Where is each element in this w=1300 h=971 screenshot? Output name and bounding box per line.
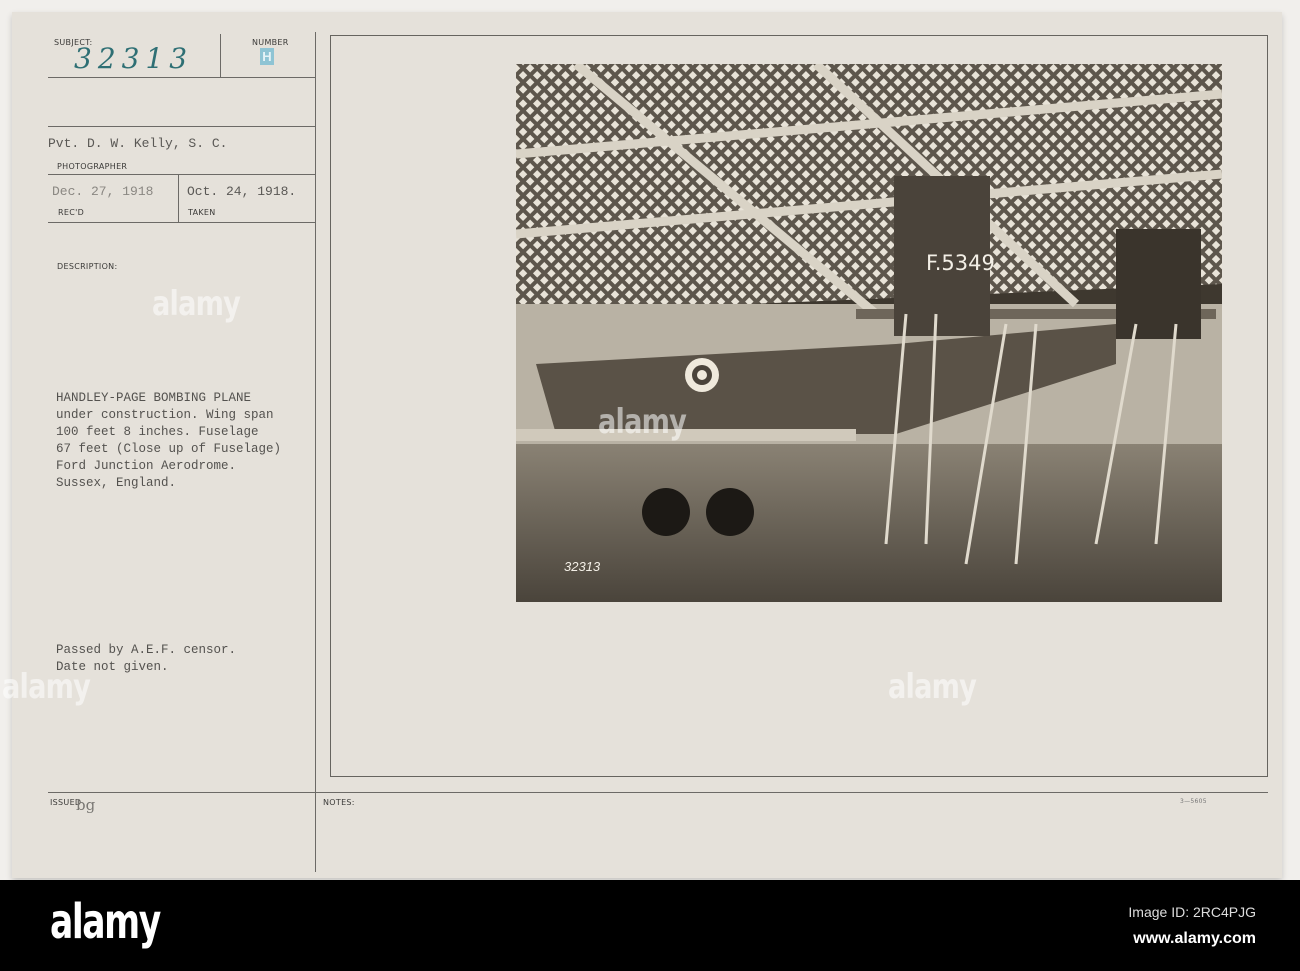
- negative-number: 32313: [564, 559, 601, 574]
- divider: [48, 792, 1268, 793]
- site-url[interactable]: www.alamy.com: [1133, 930, 1256, 948]
- description-line: HANDLEY-PAGE BOMBING PLANE: [56, 391, 252, 405]
- divider: [48, 77, 316, 78]
- wheel: [706, 488, 754, 536]
- divider: [220, 34, 221, 77]
- number-label: NUMBER: [252, 38, 289, 47]
- footer-bar: alamy Image ID: 2RC4PJG www.alamy.com: [0, 880, 1300, 971]
- description-line: 100 feet 8 inches. Fuselage: [56, 425, 259, 439]
- censor-line: Passed by A.E.F. censor.: [56, 643, 237, 657]
- photographer-name: Pvt. D. W. Kelly, S. C.: [48, 136, 228, 151]
- divider: [48, 222, 316, 223]
- wheel: [642, 488, 690, 536]
- hangar-scene: [516, 64, 1222, 602]
- hangar-floor: [516, 444, 1222, 602]
- watermark: alamy: [598, 402, 687, 442]
- description-label: DESCRIPTION:: [57, 262, 118, 271]
- column-divider: [315, 32, 316, 872]
- photograph: F.5349 32313 alamy: [516, 64, 1222, 602]
- watermark: alamy: [2, 667, 91, 707]
- watermark: alamy: [152, 284, 241, 324]
- description-line: Sussex, England.: [56, 476, 177, 490]
- description-line: 67 feet (Close up of Fuselage): [56, 442, 282, 456]
- received-date: Dec. 27, 1918: [52, 184, 154, 199]
- taken-date: Oct. 24, 1918.: [187, 184, 297, 199]
- form-number: 3—5605: [1180, 798, 1207, 805]
- photographer-label: PHOTOGRAPHER: [57, 162, 128, 171]
- received-label: REC'D: [58, 208, 85, 217]
- subject-value: 32313: [74, 42, 194, 75]
- description-text: HANDLEY-PAGE BOMBING PLANE under constru…: [56, 390, 281, 492]
- description-line: Ford Junction Aerodrome.: [56, 459, 237, 473]
- divider: [178, 174, 179, 222]
- number-stamp: H: [260, 48, 274, 65]
- description-line: under construction. Wing span: [56, 408, 274, 422]
- image-id: Image ID: 2RC4PJG: [1128, 904, 1256, 920]
- divider: [48, 174, 316, 175]
- alamy-logo: alamy: [50, 894, 161, 950]
- taken-label: TAKEN: [188, 208, 216, 217]
- notes-label: NOTES:: [323, 798, 355, 807]
- divider: [48, 126, 316, 127]
- tail-marking: F.5349: [926, 251, 995, 275]
- issued-value: bg: [76, 796, 96, 814]
